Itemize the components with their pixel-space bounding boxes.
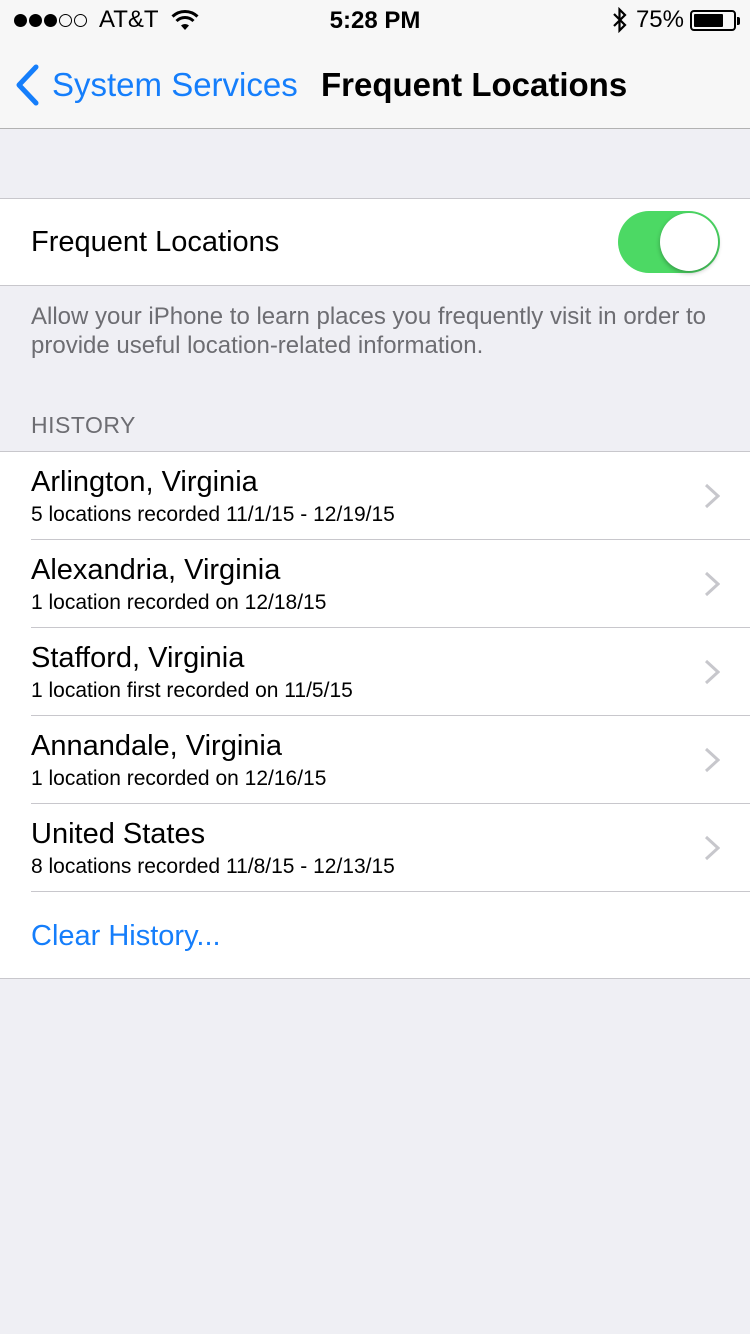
- history-item-title: United States: [31, 818, 206, 850]
- status-right: 75%: [612, 6, 740, 34]
- bluetooth-icon: [613, 7, 627, 33]
- history-item-title: Arlington, Virginia: [31, 466, 258, 498]
- chevron-right-icon: [704, 747, 720, 773]
- history-item-alexandria[interactable]: Alexandria, Virginia 1 location recorded…: [0, 540, 750, 628]
- frequent-locations-description: Allow your iPhone to learn places you fr…: [31, 303, 707, 359]
- history-item-subtitle: 8 locations recorded 11/8/15 - 12/13/15: [31, 855, 395, 878]
- frequent-locations-row: Frequent Locations: [0, 199, 750, 285]
- history-item-title: Stafford, Virginia: [31, 642, 245, 674]
- back-button-label: System Services: [52, 65, 298, 103]
- battery-icon: [690, 9, 740, 31]
- frequent-locations-toggle[interactable]: [618, 211, 720, 273]
- history-item-title: Alexandria, Virginia: [31, 554, 281, 586]
- carrier-name: AT&T: [99, 6, 159, 33]
- status-bar: AT&T 5:28 PM 75%: [0, 0, 750, 40]
- frequent-locations-label: Frequent Locations: [31, 225, 280, 258]
- history-item-subtitle: 5 locations recorded 11/1/15 - 12/19/15: [31, 503, 395, 526]
- signal-strength-icon: [14, 13, 89, 27]
- page-title: Frequent Locations: [321, 65, 628, 103]
- chevron-right-icon: [704, 659, 720, 685]
- chevron-right-icon: [704, 835, 720, 861]
- clear-history-button[interactable]: Clear History...: [0, 892, 750, 980]
- history-item-annandale[interactable]: Annandale, Virginia 1 location recorded …: [0, 716, 750, 804]
- history-item-subtitle: 1 location recorded on 12/18/15: [31, 591, 327, 614]
- wifi-icon: [171, 9, 199, 30]
- frequent-locations-group: Frequent Locations: [0, 198, 750, 286]
- chevron-right-icon: [704, 571, 720, 597]
- battery-percent: 75%: [635, 6, 684, 33]
- history-item-arlington[interactable]: Arlington, Virginia 5 locations recorded…: [0, 452, 750, 540]
- history-item-stafford[interactable]: Stafford, Virginia 1 location first reco…: [0, 628, 750, 716]
- chevron-right-icon: [704, 483, 720, 509]
- history-item-title: Annandale, Virginia: [31, 730, 282, 762]
- history-item-subtitle: 1 location recorded on 12/16/15: [31, 767, 327, 790]
- chevron-left-icon: [16, 64, 39, 105]
- back-button[interactable]: System Services: [14, 40, 298, 129]
- history-section-header: HISTORY: [31, 412, 136, 438]
- toggle-knob: [660, 213, 718, 271]
- navigation-bar: System Services Frequent Locations: [0, 40, 750, 129]
- history-item-united-states[interactable]: United States 8 locations recorded 11/8/…: [0, 804, 750, 892]
- history-item-subtitle: 1 location first recorded on 11/5/15: [31, 679, 353, 702]
- history-list: Arlington, Virginia 5 locations recorded…: [0, 451, 750, 979]
- status-left: AT&T: [14, 6, 199, 34]
